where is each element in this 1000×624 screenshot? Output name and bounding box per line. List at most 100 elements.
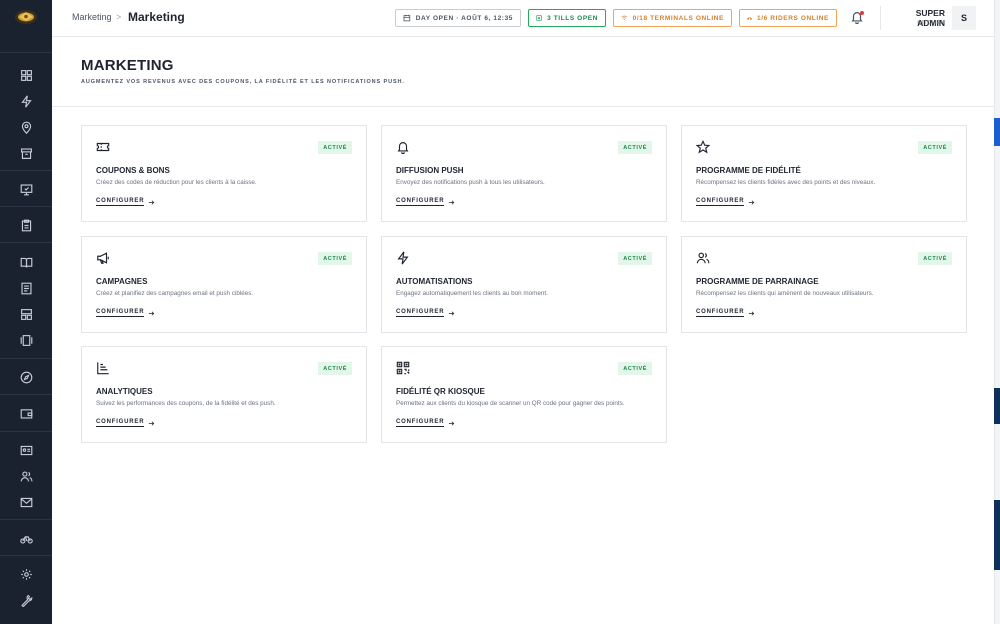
- arrow-right-icon: [449, 199, 455, 205]
- tills-status-pill[interactable]: 3 TILLS OPEN: [528, 9, 606, 27]
- configure-label: CONFIGURER: [396, 198, 445, 206]
- location-pin-icon[interactable]: [17, 118, 35, 136]
- grid-icon[interactable]: [17, 66, 35, 84]
- arrow-right-icon: [149, 199, 155, 205]
- configure-link[interactable]: CONFIGURER: [396, 419, 455, 427]
- arrow-right-icon: [449, 310, 455, 316]
- bike-icon[interactable]: [17, 529, 35, 547]
- status-badge: ACTIVÉ: [618, 362, 652, 375]
- arrow-right-icon: [749, 199, 755, 205]
- archive-icon[interactable]: [17, 144, 35, 162]
- compass-icon[interactable]: [17, 368, 35, 386]
- notifications-bell-icon[interactable]: [850, 10, 864, 25]
- card-coupons[interactable]: ACTIVÉ COUPONS & BONS Créez des codes de…: [81, 125, 367, 222]
- till-icon: [536, 15, 542, 21]
- page-subtitle: AUGMENTEZ VOS REVENUS AVEC DES COUPONS, …: [81, 79, 405, 85]
- bar-chart-icon: [96, 361, 110, 375]
- tablet-icon[interactable]: [17, 331, 35, 349]
- day-status-text: DAY OPEN · AOÛT 6, 12:35: [415, 14, 513, 22]
- receipt-icon[interactable]: [17, 279, 35, 297]
- card-referral[interactable]: ACTIVÉ PROGRAMME DE PARRAINAGE Récompens…: [681, 236, 967, 333]
- scrollbar-marker: [994, 388, 1000, 424]
- card-description: Permettez aux clients du kiosque de scan…: [396, 400, 625, 407]
- configure-label: CONFIGURER: [96, 198, 145, 206]
- scrollbar-marker: [994, 118, 1000, 146]
- card-description: Récompensez les clients fidèles avec des…: [696, 179, 876, 186]
- avatar[interactable]: S: [952, 6, 976, 30]
- card-title: PROGRAMME DE PARRAINAGE: [696, 277, 819, 286]
- tills-status-text: 3 TILLS OPEN: [547, 14, 598, 22]
- configure-link[interactable]: CONFIGURER: [96, 198, 155, 206]
- breadcrumb-current: Marketing: [128, 10, 185, 24]
- card-description: Créez des codes de réduction pour les cl…: [96, 179, 257, 186]
- configure-link[interactable]: CONFIGURER: [396, 198, 455, 206]
- wallet-icon[interactable]: [17, 404, 35, 422]
- monitor-icon[interactable]: [17, 180, 35, 198]
- bike-icon: [747, 17, 752, 20]
- book-icon[interactable]: [17, 253, 35, 271]
- arrow-right-icon: [749, 310, 755, 316]
- card-campaigns[interactable]: ACTIVÉ CAMPAGNES Créez et planifiez des …: [81, 236, 367, 333]
- status-badge: ACTIVÉ: [618, 252, 652, 265]
- card-push[interactable]: ACTIVÉ DIFFUSION PUSH Envoyez des notifi…: [381, 125, 667, 222]
- status-badge: ACTIVÉ: [318, 141, 352, 154]
- card-title: AUTOMATISATIONS: [396, 277, 473, 286]
- status-badge: ACTIVÉ: [318, 362, 352, 375]
- card-description: Récompensez les clients qui amènent de n…: [696, 290, 874, 297]
- day-status-pill[interactable]: DAY OPEN · AOÛT 6, 12:35: [395, 9, 521, 27]
- configure-label: CONFIGURER: [396, 419, 445, 427]
- brand-logo[interactable]: [14, 7, 38, 27]
- clipboard-icon[interactable]: [17, 216, 35, 234]
- settings-icon[interactable]: [17, 565, 35, 583]
- users-icon[interactable]: [17, 467, 35, 485]
- configure-label: CONFIGURER: [396, 309, 445, 317]
- status-badge: ACTIVÉ: [618, 141, 652, 154]
- megaphone-icon: [96, 251, 110, 265]
- status-badge: ACTIVÉ: [918, 141, 952, 154]
- terminals-status-text: 0/18 TERMINALS ONLINE: [632, 14, 724, 22]
- page-header: MARKETING AUGMENTEZ VOS REVENUS AVEC DES…: [52, 37, 994, 107]
- arrow-right-icon: [449, 420, 455, 426]
- card-title: COUPONS & BONS: [96, 166, 170, 175]
- calendar-icon: [403, 14, 411, 22]
- layout-icon[interactable]: [17, 305, 35, 323]
- terminals-status-pill[interactable]: 0/18 TERMINALS ONLINE: [613, 9, 732, 27]
- riders-status-pill[interactable]: 1/6 RIDERS ONLINE: [739, 9, 837, 27]
- wrench-icon[interactable]: [17, 591, 35, 609]
- configure-label: CONFIGURER: [96, 419, 145, 427]
- configure-link[interactable]: CONFIGURER: [396, 309, 455, 317]
- status-badge: ACTIVÉ: [918, 252, 952, 265]
- configure-link[interactable]: CONFIGURER: [696, 309, 755, 317]
- arrow-right-icon: [149, 420, 155, 426]
- card-analytics[interactable]: ACTIVÉ ANALYTIQUES Suivez les performanc…: [81, 346, 367, 443]
- breadcrumb-parent[interactable]: Marketing: [72, 12, 112, 22]
- wifi-icon: [621, 15, 628, 20]
- configure-link[interactable]: CONFIGURER: [696, 198, 755, 206]
- configure-label: CONFIGURER: [696, 198, 745, 206]
- configure-link[interactable]: CONFIGURER: [96, 309, 155, 317]
- ticket-icon: [96, 140, 110, 154]
- configure-link[interactable]: CONFIGURER: [96, 419, 155, 427]
- users-icon: [696, 251, 710, 265]
- card-title: FIDÉLITÉ QR KIOSQUE: [396, 387, 485, 396]
- sidebar: [0, 0, 52, 624]
- card-description: Envoyez des notifications push à tous le…: [396, 179, 545, 186]
- lightning-icon: [396, 251, 410, 265]
- card-qr-kiosk[interactable]: ACTIVÉ FIDÉLITÉ QR KIOSQUE Permettez aux…: [381, 346, 667, 443]
- riders-status-text: 1/6 RIDERS ONLINE: [757, 14, 829, 22]
- configure-label: CONFIGURER: [96, 309, 145, 317]
- arrow-right-icon: [149, 310, 155, 316]
- card-loyalty[interactable]: ACTIVÉ PROGRAMME DE FIDÉLITÉ Récompensez…: [681, 125, 967, 222]
- lightning-icon[interactable]: [17, 92, 35, 110]
- card-automations[interactable]: ACTIVÉ AUTOMATISATIONS Engagez automatiq…: [381, 236, 667, 333]
- scrollbar-marker: [994, 500, 1000, 570]
- id-card-icon[interactable]: [17, 441, 35, 459]
- mail-icon[interactable]: [17, 493, 35, 511]
- card-description: Suivez les performances des coupons, de …: [96, 400, 276, 407]
- card-title: DIFFUSION PUSH: [396, 166, 464, 175]
- qr-code-icon: [396, 361, 410, 375]
- card-title: ANALYTIQUES: [96, 387, 153, 396]
- top-bar: Marketing > Marketing DAY OPEN · AOÛT 6,…: [52, 0, 994, 37]
- card-title: PROGRAMME DE FIDÉLITÉ: [696, 166, 801, 175]
- card-title: CAMPAGNES: [96, 277, 148, 286]
